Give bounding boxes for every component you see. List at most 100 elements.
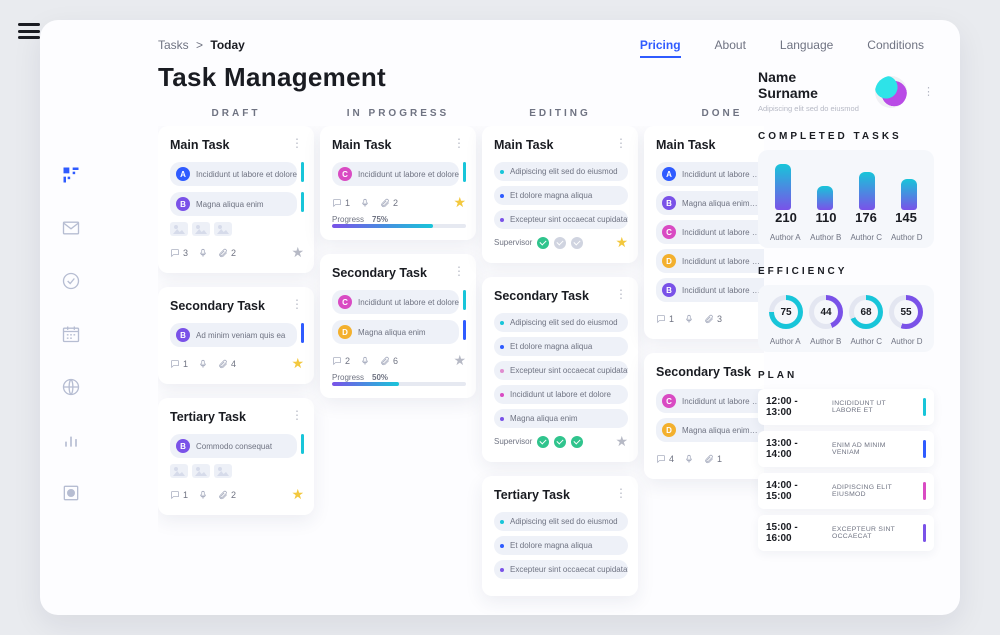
kebab-icon[interactable]: ⋮ [453, 136, 466, 150]
rail-globe[interactable] [61, 377, 81, 402]
task-item[interactable]: A Incididunt ut labore et n… [656, 162, 764, 186]
menu-button[interactable] [18, 23, 40, 39]
kebab-icon[interactable]: ⋮ [923, 85, 934, 98]
star-toggle[interactable]: ★ [291, 486, 304, 503]
checklist-item[interactable]: Magna aliqua enim [494, 409, 628, 428]
task-item[interactable]: D Incididunt ut labore et n… [656, 249, 764, 273]
status-stripe [301, 434, 304, 454]
rail-calendar[interactable] [61, 324, 81, 349]
supervisor-check[interactable] [537, 436, 549, 448]
task-card[interactable]: ⋮ Secondary Task C Incididunt ut labore … [320, 254, 476, 398]
task-card[interactable]: ⋮ Tertiary Task B Commodo consequat 12★ [158, 398, 314, 515]
star-toggle[interactable]: ★ [291, 244, 304, 261]
nav-tab-pricing[interactable]: Pricing [640, 38, 681, 58]
task-item-text: Magna aliqua enim [358, 328, 426, 337]
checklist-item[interactable]: Adipiscing elit sed do eiusmod [494, 313, 628, 332]
checklist-item[interactable]: Excepteur sint occaecat cupidatat [494, 560, 628, 579]
card-title: Secondary Task [332, 266, 466, 280]
task-card[interactable]: ⋮ Main Task A Incididunt ut labore et do… [158, 126, 314, 273]
bar-value: 145 [886, 210, 926, 225]
checklist-text: Et dolore magna aliqua [510, 541, 592, 550]
bar-label: Author D [888, 233, 927, 242]
supervisor-check[interactable] [571, 436, 583, 448]
column-headers: DRAFT IN PROGRESS EDITING DONE [158, 108, 800, 119]
kebab-icon[interactable]: ⋮ [291, 408, 304, 422]
kebab-icon[interactable]: ⋮ [453, 264, 466, 278]
task-card[interactable]: ⋮ Tertiary Task Adipiscing elit sed do e… [482, 476, 638, 596]
star-toggle[interactable]: ★ [453, 352, 466, 369]
rail-dashboard[interactable] [61, 165, 81, 190]
efficiency-section: EFFICIENCY 75 44 68 55 Author AAuthor BA… [758, 266, 934, 352]
star-toggle[interactable]: ★ [615, 234, 628, 251]
completed-bars [766, 160, 926, 210]
supervisor-check[interactable] [554, 436, 566, 448]
checklist-item[interactable]: Et dolore magna aliqua [494, 536, 628, 555]
task-card[interactable]: ⋮ Secondary Task C Incididunt ut labore … [644, 353, 764, 479]
column-editing: ⋮ Main Task Adipiscing elit sed do eiusm… [482, 126, 638, 596]
star-toggle[interactable]: ★ [291, 355, 304, 372]
task-item-text: Incididunt ut labore et n… [682, 397, 764, 406]
rail-record[interactable] [61, 483, 81, 508]
task-card[interactable]: ⋮ Main Task A Incididunt ut labore et n…… [644, 126, 764, 339]
kebab-icon[interactable]: ⋮ [615, 486, 628, 500]
checklist-item[interactable]: Et dolore magna aliqua [494, 337, 628, 356]
checklist-item[interactable]: Excepteur sint occaecat cupidatat [494, 361, 628, 380]
kebab-icon[interactable]: ⋮ [615, 287, 628, 301]
task-item-text: Magna aliqua enim [196, 200, 264, 209]
task-card[interactable]: ⋮ Secondary Task B Ad minim veniam quis … [158, 287, 314, 384]
column-header-editing: EDITING [482, 108, 638, 119]
supervisor-check[interactable] [571, 237, 583, 249]
task-item[interactable]: B Magna aliqua enim… [656, 191, 764, 215]
plan-item[interactable]: 15:00 - 16:00 Excepteur sint occaecat [758, 515, 934, 551]
task-item[interactable]: A Incididunt ut labore et dolore [170, 162, 297, 186]
bullet-icon [500, 568, 504, 572]
task-item[interactable]: D Magna aliqua enim… [656, 418, 764, 442]
kebab-icon[interactable]: ⋮ [291, 297, 304, 311]
bar-value: 110 [806, 210, 846, 225]
star-toggle[interactable]: ★ [615, 433, 628, 450]
task-item[interactable]: D Magna aliqua enim [332, 320, 459, 344]
checklist-item[interactable]: Incididunt ut labore et dolore [494, 385, 628, 404]
supervisor-check[interactable] [554, 237, 566, 249]
plan-item[interactable]: 14:00 - 15:00 Adipiscing elit eiusmod [758, 473, 934, 509]
plan-item[interactable]: 12:00 - 13:00 Incididunt ut labore et [758, 389, 934, 425]
supervisor-label: Supervisor [494, 238, 532, 247]
column-header-inprogress: IN PROGRESS [320, 108, 476, 119]
kebab-icon[interactable]: ⋮ [615, 136, 628, 150]
checklist-item[interactable]: Adipiscing elit sed do eiusmod [494, 162, 628, 181]
task-item[interactable]: B Magna aliqua enim [170, 192, 297, 216]
task-item[interactable]: B Incididunt ut labore et n… [656, 278, 764, 302]
plan-item[interactable]: 13:00 - 14:00 Enim ad minim veniam [758, 431, 934, 467]
task-item[interactable]: C Incididunt ut labore et dolore [332, 290, 459, 314]
nav-tab-conditions[interactable]: Conditions [867, 38, 924, 58]
task-item[interactable]: B Commodo consequat [170, 434, 297, 458]
nav-tab-language[interactable]: Language [780, 38, 833, 58]
calendar-icon [61, 331, 81, 348]
task-card[interactable]: ⋮ Secondary Task Adipiscing elit sed do … [482, 277, 638, 462]
avatar[interactable] [875, 76, 907, 108]
nav-tab-about[interactable]: About [715, 38, 746, 58]
task-card[interactable]: ⋮ Main Task C Incididunt ut labore et do… [320, 126, 476, 240]
star-toggle[interactable]: ★ [453, 194, 466, 211]
gauge: 55 [889, 295, 923, 329]
voice-icon [198, 490, 208, 500]
checklist-item[interactable]: Et dolore magna aliqua [494, 186, 628, 205]
task-item[interactable]: B Ad minim veniam quis ea [170, 323, 297, 347]
thumbnail [192, 464, 210, 478]
checklist-item[interactable]: Excepteur sint occaecat cupidatat [494, 210, 628, 229]
checklist-item[interactable]: Adipiscing elit sed do eiusmod [494, 512, 628, 531]
comment-count: 2 [332, 356, 350, 366]
rail-mail[interactable] [61, 218, 81, 243]
task-item[interactable]: C Incididunt ut labore et n… [656, 389, 764, 413]
kebab-icon[interactable]: ⋮ [291, 136, 304, 150]
breadcrumb-root[interactable]: Tasks [158, 38, 189, 52]
task-item[interactable]: C Incididunt ut labore et dolore [332, 162, 459, 186]
comment-count: 3 [170, 248, 188, 258]
task-card[interactable]: ⋮ Main Task Adipiscing elit sed do eiusm… [482, 126, 638, 263]
rail-analytics[interactable] [61, 430, 81, 455]
task-item[interactable]: C Incididunt ut labore et n… [656, 220, 764, 244]
supervisor-label: Supervisor [494, 437, 532, 446]
supervisor-check[interactable] [537, 237, 549, 249]
avatar-badge: B [662, 196, 676, 210]
rail-approve[interactable] [61, 271, 81, 296]
